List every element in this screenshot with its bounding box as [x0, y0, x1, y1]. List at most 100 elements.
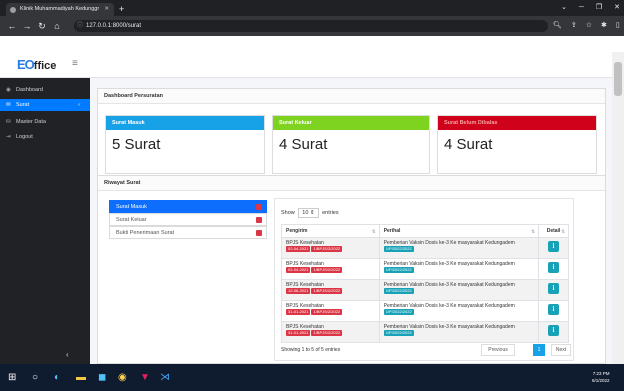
file-explorer-icon[interactable]: ▬ [76, 372, 86, 383]
database-icon: ⛁ [6, 119, 11, 125]
sidebar-collapse-icon[interactable]: ‹ [66, 350, 69, 359]
sidebar-item-dashboard[interactable]: ◉ Dashboard [0, 84, 90, 96]
date-tag: 02-04-2021 [286, 267, 311, 273]
browser-actions: 🔍︎ ⇪ ☆ ✱ ▯ ● ⋮ [553, 20, 624, 32]
os-taskbar: ⊞ ○ ◐ ▬ ◼ ◉ ▼ ⋊ 7:23 PM 6/1/2022 [0, 364, 624, 391]
detail-button[interactable]: i [548, 325, 560, 336]
detail-button[interactable]: i [548, 283, 560, 294]
column-header-detail[interactable]: Detail ⇅ [538, 224, 569, 238]
number-tag: 1/BPJS/2/2022 [311, 309, 343, 315]
sidebar-item-surat[interactable]: ✉ Surat ‹ [0, 99, 90, 111]
count-badge [256, 204, 262, 210]
zoom-icon[interactable]: 🔍︎ [553, 20, 562, 32]
logout-icon: ⇥ [6, 134, 11, 140]
back-icon[interactable]: ← [6, 20, 18, 32]
tab-search-icon[interactable]: ⌄ [561, 2, 567, 14]
chrome-icon[interactable]: ◉ [118, 372, 127, 383]
list-item-label: Surat Masuk [116, 204, 147, 210]
entries-label: entries [322, 210, 339, 216]
page-scrollbar[interactable] [612, 52, 624, 364]
entries-select[interactable]: 10 ⇕ [298, 208, 319, 218]
taskbar-clock[interactable]: 7:23 PM 6/1/2022 [592, 370, 610, 384]
sidebar-item-logout[interactable]: ⇥ Logout [0, 131, 90, 143]
number-tag: 1/BPJS/2/2022 [311, 246, 343, 252]
number-tag: 1/BPJS/2/2022 [311, 288, 343, 294]
column-label: Perihal [383, 228, 401, 234]
pagination-next[interactable]: Next [551, 344, 571, 356]
list-item-bukti-penerimaan[interactable]: Bukti Penerimaan Surat [109, 226, 267, 239]
favicon-icon [10, 7, 16, 13]
app-shield-icon[interactable]: ▼ [140, 372, 150, 383]
table-row: BPJS Kesehatan 31-01-2021 1/BPJS/2/2022 Pe… [281, 300, 569, 322]
clock-date: 6/1/2022 [592, 378, 610, 383]
share-icon[interactable]: ⇪ [571, 20, 577, 32]
riwayat-list: Surat Masuk Surat Keluar Bukti Penerimaa… [109, 200, 267, 250]
logo-mark-icon: EO [17, 57, 35, 72]
card-surat-belum-dibalas[interactable]: Surat Belum Dibalas 4 Surat [437, 115, 597, 174]
date-tag: 31-01-2021 [286, 309, 311, 315]
detail-button[interactable]: i [548, 304, 560, 315]
chevron-left-icon: ‹ [78, 102, 80, 108]
palette-icon: ◉ [6, 87, 11, 93]
surat-table: Pengirim ⇅ Perihal ⇅ Detail ⇅ BPJS Kesehata… [281, 224, 569, 343]
card-value: 5 Surat [112, 136, 161, 153]
hamburger-menu-icon[interactable]: ≡ [72, 58, 78, 69]
vscode-icon[interactable]: ⋊ [160, 372, 170, 383]
logo-text: ffice [33, 60, 57, 72]
card-surat-masuk[interactable]: Surat Masuk 5 Surat [105, 115, 265, 174]
detail-button[interactable]: i [548, 241, 560, 252]
site-info-icon[interactable]: ⓘ [77, 20, 83, 32]
sidebar-item-master-data[interactable]: ⛁ Master Data [0, 116, 90, 128]
show-label: Show [281, 210, 295, 216]
forward-icon[interactable]: → [21, 20, 33, 32]
riwayat-title: Riwayat Surat [98, 176, 605, 191]
sidebar-item-label: Surat [16, 102, 30, 108]
list-item-label: Bukti Penerimaan Surat [116, 230, 175, 236]
card-surat-keluar[interactable]: Surat Keluar 4 Surat [272, 115, 430, 174]
sidepanel-icon[interactable]: ▯ [616, 20, 620, 32]
envelope-icon: ✉ [6, 102, 11, 108]
dashboard-panel: Dashboard Persuratan Surat Masuk 5 Surat… [97, 88, 606, 185]
new-tab-icon[interactable]: + [119, 3, 124, 15]
browser-tab[interactable]: Klinik Muhammadiyah Kedunggr ✕ [6, 3, 114, 16]
close-tab-icon[interactable]: ✕ [104, 3, 109, 16]
ref-tag: 1/P/2022/2022 [383, 309, 414, 315]
sort-icon: ⇅ [371, 229, 376, 234]
edge-browser-icon[interactable]: ◐ [54, 372, 60, 383]
date-tag: 31-01-2021 [286, 330, 311, 336]
bookmark-star-icon[interactable]: ☆ [586, 20, 592, 32]
mail-icon[interactable]: ◼ [98, 372, 106, 383]
windows-start-icon[interactable]: ⊞ [8, 372, 16, 383]
table-row: BPJS Kesehatan 02-04-2021 1/BPJS/2/2022 Pe… [281, 237, 569, 259]
select-arrows-icon: ⇕ [309, 210, 315, 216]
address-bar[interactable]: ⓘ 127.0.0.1:8000/surat [74, 20, 548, 32]
date-tag: 02-04-2021 [286, 246, 311, 252]
list-item-surat-keluar[interactable]: Surat Keluar [109, 213, 267, 226]
search-icon[interactable]: ○ [32, 372, 38, 383]
pagination-page-1[interactable]: 1 [533, 344, 545, 356]
restore-icon[interactable]: ❐ [596, 2, 602, 14]
length-control: Show 10 ⇕ entries [281, 208, 339, 218]
list-item-surat-masuk[interactable]: Surat Masuk [109, 200, 267, 213]
browser-tab-title: Klinik Muhammadiyah Kedunggr [20, 6, 100, 12]
close-window-icon[interactable]: ✕ [614, 2, 620, 14]
extensions-icon[interactable]: ✱ [601, 20, 607, 32]
riwayat-panel: Riwayat Surat Surat Masuk Surat Keluar B… [97, 175, 606, 364]
window-controls: ⌄ ─ ❐ ✕ [561, 2, 620, 14]
scrollbar-thumb[interactable] [614, 62, 622, 96]
browser-tab-bar: Klinik Muhammadiyah Kedunggr ✕ + ⌄ ─ ❐ ✕ [0, 0, 624, 16]
pagination-previous[interactable]: Previous [481, 344, 515, 356]
entries-select-value: 10 [302, 210, 309, 216]
column-header-pengirim[interactable]: Pengirim ⇅ [281, 224, 380, 238]
app-header: EOffice ≡ [0, 52, 612, 78]
minimize-icon[interactable]: ─ [579, 2, 584, 14]
home-icon[interactable]: ⌂ [51, 20, 63, 32]
browser-toolbar: ← → ↻ ⌂ ⓘ 127.0.0.1:8000/surat 🔍︎ ⇪ ☆ ✱ … [0, 16, 624, 36]
sidebar: ◉ Dashboard ✉ Surat ‹ ⛁ Master Data ⇥ Lo… [0, 78, 90, 364]
detail-button[interactable]: i [548, 262, 560, 273]
app-logo[interactable]: EOffice [17, 57, 56, 72]
table-row: BPJS Kesehatan 02-04-2021 1/BPJS/2/2022 Pe… [281, 258, 569, 280]
number-tag: 1/BPJS/2/2022 [311, 267, 343, 273]
reload-icon[interactable]: ↻ [36, 20, 48, 32]
column-header-perihal[interactable]: Perihal ⇅ [378, 224, 540, 238]
